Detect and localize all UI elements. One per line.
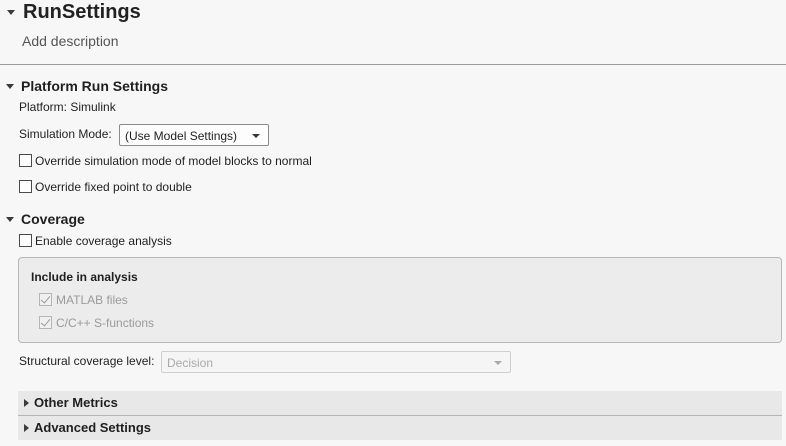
structural-coverage-value: Decision bbox=[167, 356, 214, 370]
include-analysis-group: Include in analysis MATLAB files C/C++ S… bbox=[18, 257, 782, 343]
chevron-down-icon bbox=[252, 134, 260, 138]
collapse-coverage-icon[interactable] bbox=[6, 217, 14, 222]
structural-coverage-label: Structural coverage level: bbox=[19, 354, 155, 368]
simulation-mode-dropdown[interactable]: (Use Model Settings) bbox=[119, 124, 269, 146]
other-metrics-section[interactable]: Other Metrics bbox=[18, 391, 782, 415]
header-divider bbox=[0, 64, 786, 65]
collapse-title-icon[interactable] bbox=[7, 10, 15, 15]
other-metrics-label: Other Metrics bbox=[34, 395, 118, 410]
override-sim-mode-label: Override simulation mode of model blocks… bbox=[35, 154, 312, 168]
matlab-files-label: MATLAB files bbox=[56, 293, 128, 307]
advanced-settings-label: Advanced Settings bbox=[34, 420, 152, 435]
run-settings-page: RunSettings Add description Platform Run… bbox=[0, 0, 786, 446]
advanced-settings-section[interactable]: Advanced Settings bbox=[18, 416, 782, 440]
checkmark-icon bbox=[40, 293, 51, 304]
platform-text: Platform: Simulink bbox=[19, 100, 116, 114]
expand-icon bbox=[24, 399, 29, 407]
enable-coverage-label: Enable coverage analysis bbox=[35, 234, 172, 248]
collapse-platform-icon[interactable] bbox=[6, 84, 14, 89]
matlab-files-checkbox[interactable] bbox=[39, 293, 52, 306]
expand-icon bbox=[24, 424, 29, 432]
simulation-mode-value: (Use Model Settings) bbox=[125, 129, 238, 143]
override-fixed-point-label: Override fixed point to double bbox=[35, 180, 192, 194]
coverage-section-title[interactable]: Coverage bbox=[21, 211, 85, 227]
override-fixed-point-checkbox[interactable] bbox=[19, 180, 32, 193]
cpp-sfunctions-checkbox[interactable] bbox=[39, 316, 52, 329]
checkmark-icon bbox=[40, 316, 51, 327]
structural-coverage-dropdown[interactable]: Decision bbox=[161, 351, 511, 373]
enable-coverage-checkbox[interactable] bbox=[19, 234, 32, 247]
cpp-sfunctions-label: C/C++ S-functions bbox=[56, 316, 155, 330]
platform-section-title[interactable]: Platform Run Settings bbox=[21, 78, 168, 94]
chevron-down-icon bbox=[494, 361, 502, 365]
include-analysis-title: Include in analysis bbox=[31, 270, 138, 284]
page-title: RunSettings bbox=[23, 1, 141, 23]
override-sim-mode-checkbox[interactable] bbox=[19, 154, 32, 167]
simulation-mode-label: Simulation Mode: bbox=[19, 127, 112, 141]
description-field[interactable]: Add description bbox=[22, 33, 119, 49]
